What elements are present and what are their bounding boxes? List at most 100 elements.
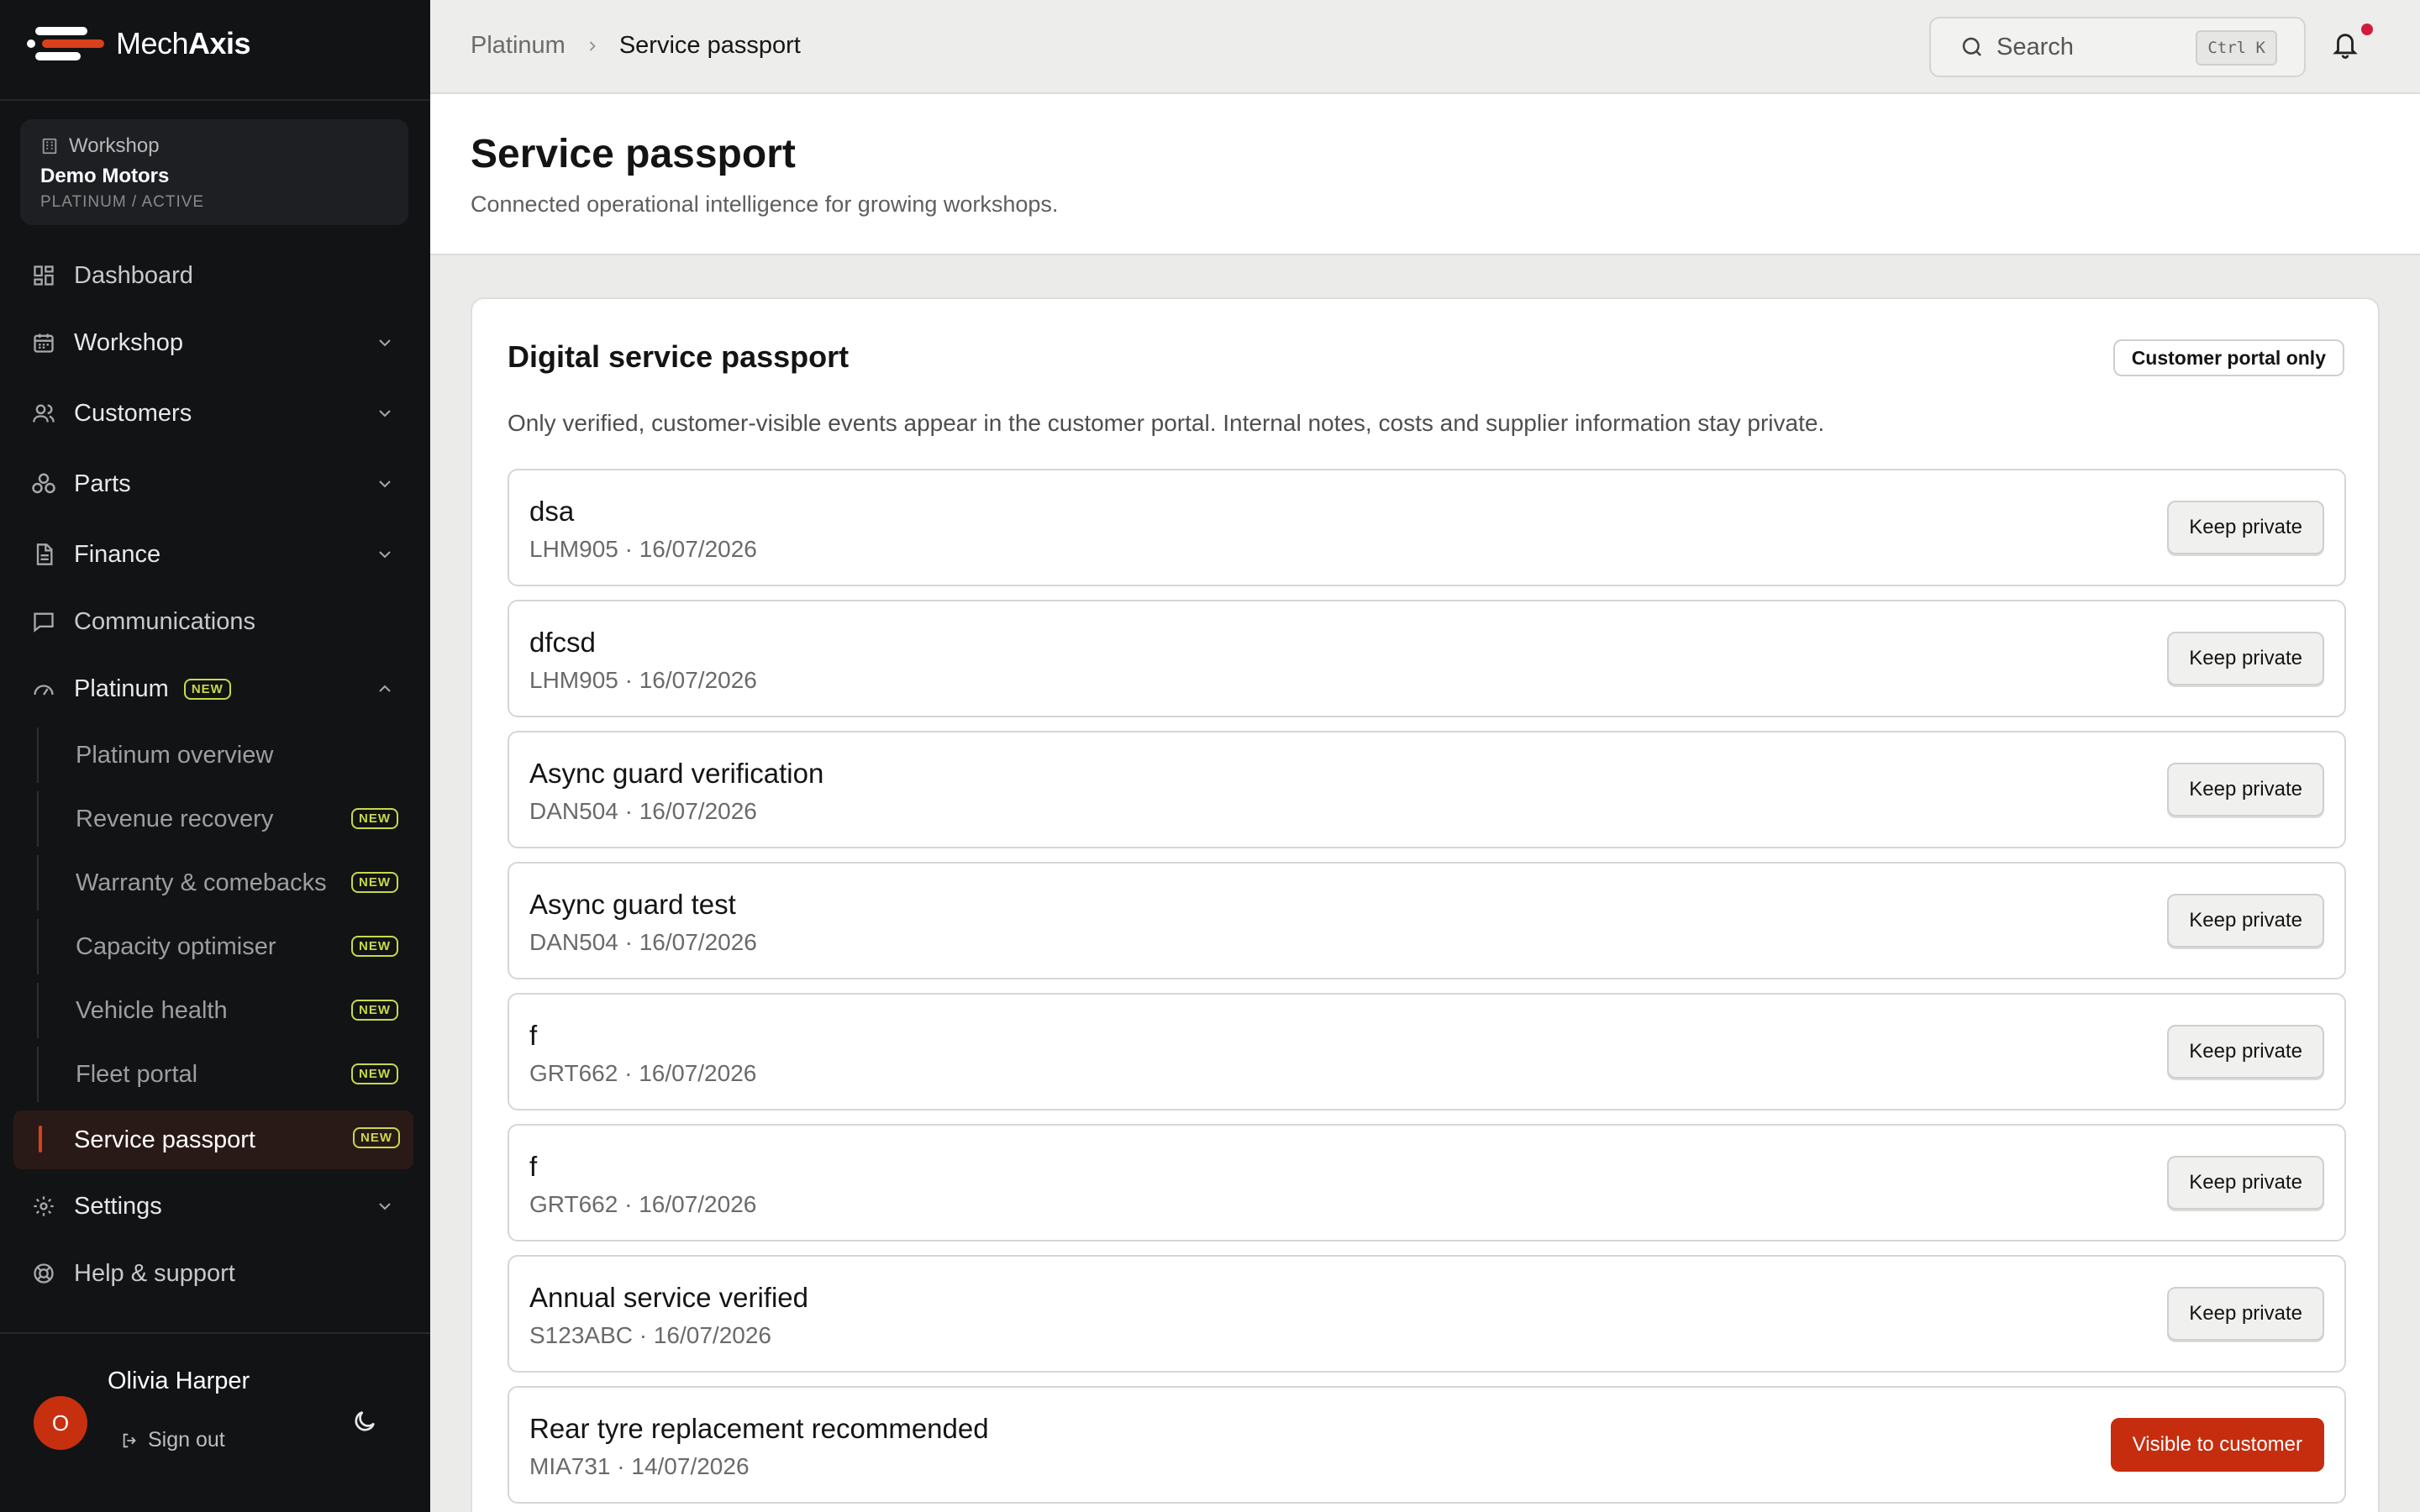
nav-dashboard[interactable]: Dashboard <box>20 249 412 302</box>
nav-parts-label: Parts <box>74 470 131 497</box>
user-panel: O Olivia Harper Sign out <box>0 1334 430 1512</box>
new-badge: NEW <box>351 1063 398 1084</box>
chevron-up-icon <box>379 685 391 692</box>
visible-to-customer-button[interactable]: Visible to customer <box>2110 1418 2324 1472</box>
building-icon <box>42 138 57 155</box>
nav-vehicle-health-label: Vehicle health <box>76 996 228 1024</box>
keep-private-button[interactable]: Keep private <box>2167 501 2324 554</box>
keep-private-button[interactable]: Keep private <box>2167 894 2324 948</box>
event-meta: LHM905 · 16/07/2026 <box>529 536 757 562</box>
keep-private-button[interactable]: Keep private <box>2167 632 2324 685</box>
event-row: Annual service verified S123ABC · 16/07/… <box>508 1255 2346 1373</box>
event-row: Async guard verification DAN504 · 16/07/… <box>508 731 2346 848</box>
new-badge: NEW <box>353 1127 400 1148</box>
event-meta: GRT662 · 16/07/2026 <box>529 1191 757 1217</box>
sign-out-button[interactable]: Sign out <box>121 1428 225 1452</box>
keep-private-button[interactable]: Keep private <box>2167 1156 2324 1210</box>
nav-service-passport[interactable]: Service passport NEW <box>13 1110 413 1169</box>
message-icon <box>30 608 57 635</box>
brand-name: MechAxis <box>116 26 251 60</box>
brand-logo-icon <box>27 24 104 64</box>
search-placeholder: Search <box>1996 33 2074 60</box>
nav-warranty-comebacks[interactable]: Warranty & comebacks NEW <box>37 855 412 911</box>
new-badge: NEW <box>351 808 398 829</box>
page-subtitle: Connected operational intelligence for g… <box>471 192 1059 217</box>
brand[interactable]: MechAxis <box>27 24 251 64</box>
search-input[interactable]: Search Ctrl K <box>1929 17 2306 77</box>
top-bar: Platinum Service passport Search Ctrl K <box>430 0 2420 94</box>
lifebuoy-icon <box>30 1260 57 1287</box>
chevron-down-icon <box>379 410 391 417</box>
event-title: f <box>529 1151 538 1182</box>
new-badge: NEW <box>183 678 231 700</box>
parts-icon <box>30 470 57 497</box>
bell-icon[interactable] <box>2331 29 2360 60</box>
event-row: f GRT662 · 16/07/2026 Keep private <box>508 1124 2346 1242</box>
nav-dashboard-label: Dashboard <box>74 261 193 289</box>
workspace-switcher[interactable]: Workshop Demo Motors PLATINUM / ACTIVE <box>20 119 408 225</box>
breadcrumb: Platinum Service passport <box>471 32 801 60</box>
portal-scope-badge: Customer portal only <box>2112 339 2344 376</box>
page-title: Service passport <box>471 132 796 176</box>
nav-platinum-overview[interactable]: Platinum overview <box>37 727 412 783</box>
event-meta: DAN504 · 16/07/2026 <box>529 798 757 824</box>
nav-platinum-overview-label: Platinum overview <box>76 741 274 769</box>
new-badge: NEW <box>351 936 398 957</box>
event-row: dfcsd LHM905 · 16/07/2026 Keep private <box>508 600 2346 717</box>
nav-settings-label: Settings <box>74 1192 162 1220</box>
chevron-down-icon <box>379 1203 391 1210</box>
nav-communications[interactable]: Communications <box>20 595 412 648</box>
sidebar: MechAxis Workshop Demo Motors PLATINUM /… <box>0 0 430 1512</box>
service-passport-card: Digital service passport Customer portal… <box>471 297 2380 1512</box>
chevron-right-icon <box>589 40 596 51</box>
nav-workshop-label: Workshop <box>74 328 184 356</box>
keep-private-button[interactable]: Keep private <box>2167 763 2324 816</box>
nav-capacity-optimiser[interactable]: Capacity optimiser NEW <box>37 919 412 974</box>
users-icon <box>30 400 57 427</box>
chevron-down-icon <box>379 339 391 347</box>
nav-communications-label: Communications <box>74 607 255 635</box>
notification-dot <box>2361 24 2373 35</box>
event-meta: LHM905 · 16/07/2026 <box>529 667 757 693</box>
nav-customers[interactable]: Customers <box>20 386 412 440</box>
nav-revenue-recovery[interactable]: Revenue recovery NEW <box>37 791 412 847</box>
event-row: Rear tyre replacement recommended MIA731… <box>508 1386 2346 1504</box>
search-icon <box>1962 37 1981 56</box>
breadcrumb-parent[interactable]: Platinum <box>471 32 566 60</box>
nav-finance[interactable]: Finance <box>20 528 412 581</box>
event-meta: DAN504 · 16/07/2026 <box>529 929 757 955</box>
event-title: Async guard verification <box>529 758 824 789</box>
sidebar-divider <box>0 99 430 101</box>
event-title: dfcsd <box>529 627 596 658</box>
nav-capacity-label: Capacity optimiser <box>76 932 276 960</box>
nav-fleet-portal[interactable]: Fleet portal NEW <box>37 1047 412 1102</box>
document-icon <box>30 541 57 568</box>
event-meta: MIA731 · 14/07/2026 <box>529 1453 750 1479</box>
event-title: dsa <box>529 496 575 527</box>
chevron-down-icon <box>379 480 391 488</box>
nav-parts[interactable]: Parts <box>20 457 412 511</box>
nav-workshop[interactable]: Workshop <box>20 316 412 370</box>
user-name: Olivia Harper <box>108 1368 250 1394</box>
card-description: Only verified, customer-visible events a… <box>508 410 1825 436</box>
sign-out-icon <box>123 1433 136 1447</box>
moon-icon[interactable] <box>351 1408 378 1435</box>
nav-settings[interactable]: Settings <box>20 1179 412 1233</box>
nav-help-label: Help & support <box>74 1259 235 1287</box>
avatar[interactable]: O <box>34 1396 87 1450</box>
nav-revenue-recovery-label: Revenue recovery <box>76 805 274 832</box>
event-row: Async guard test DAN504 · 16/07/2026 Kee… <box>508 862 2346 979</box>
nav-help-support[interactable]: Help & support <box>20 1247 412 1300</box>
nav-platinum-label: Platinum <box>74 675 169 702</box>
event-title: Rear tyre replacement recommended <box>529 1413 989 1444</box>
nav-vehicle-health[interactable]: Vehicle health NEW <box>37 983 412 1038</box>
event-meta: GRT662 · 16/07/2026 <box>529 1060 757 1086</box>
nav-platinum[interactable]: Platinum NEW <box>20 662 412 716</box>
keep-private-button[interactable]: Keep private <box>2167 1287 2324 1341</box>
calendar-icon <box>30 329 57 356</box>
keep-private-button[interactable]: Keep private <box>2167 1025 2324 1079</box>
nav-finance-label: Finance <box>74 540 161 568</box>
workspace-label: Workshop <box>40 134 388 158</box>
event-title: f <box>529 1020 538 1051</box>
page-header: Service passport Connected operational i… <box>430 94 2420 255</box>
